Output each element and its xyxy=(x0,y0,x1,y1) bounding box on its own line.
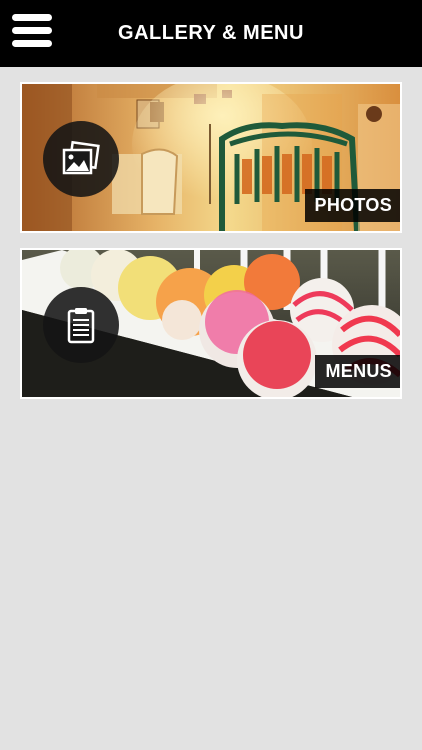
menus-icon-badge xyxy=(43,287,119,363)
photos-icon-badge xyxy=(43,121,119,197)
menus-label: MENUS xyxy=(315,355,400,388)
app-header: GALLERY & MENU xyxy=(0,0,422,67)
page-title: GALLERY & MENU xyxy=(118,22,304,44)
clipboard-icon xyxy=(67,308,95,344)
menus-card[interactable]: MENUS xyxy=(20,248,402,399)
menu-bar xyxy=(12,14,52,21)
photos-icon xyxy=(62,140,100,175)
photos-label: PHOTOS xyxy=(304,189,400,222)
photos-card[interactable]: PHOTOS xyxy=(20,82,402,233)
